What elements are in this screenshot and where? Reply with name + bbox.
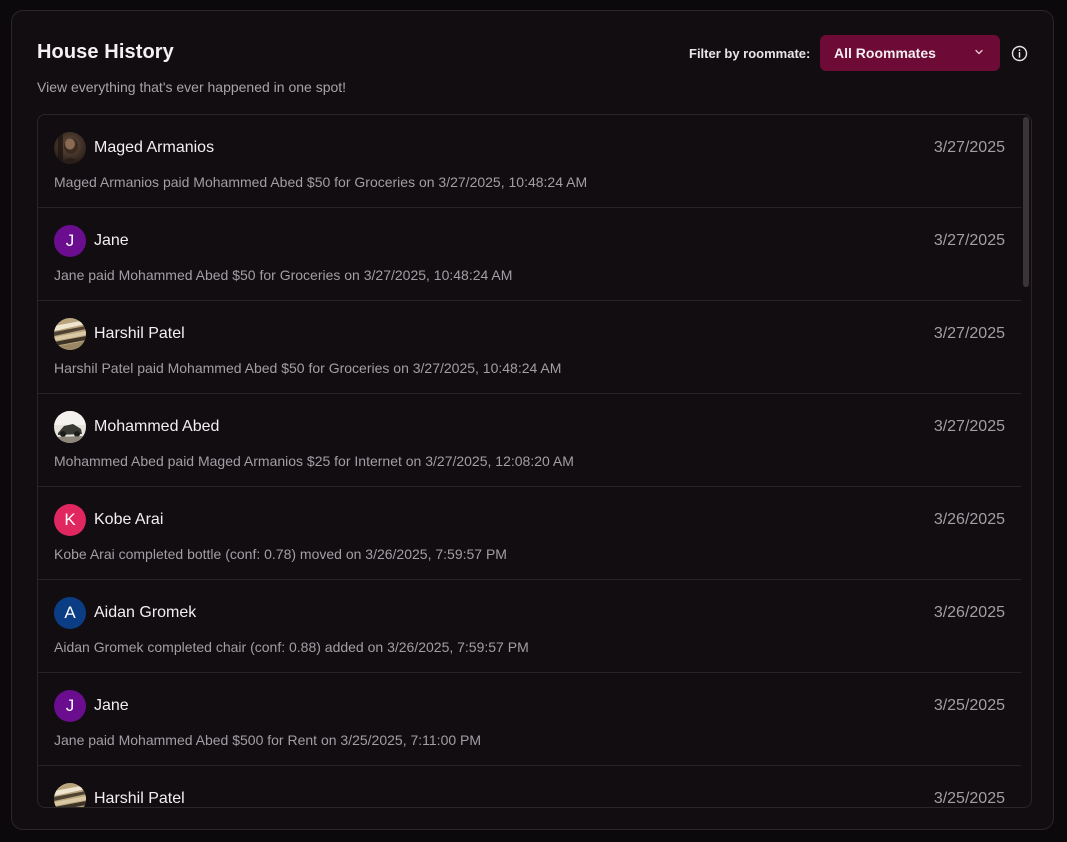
history-item: Maged Armanios 3/27/2025 Maged Armanios pa…	[38, 115, 1021, 208]
roommate-name: Jane	[94, 232, 129, 249]
event-date: 3/27/2025	[933, 325, 1005, 342]
avatar: J	[54, 690, 86, 722]
event-date: 3/27/2025	[933, 418, 1005, 435]
avatar	[54, 318, 86, 350]
vehicle-photo-icon	[54, 411, 86, 443]
roommate-name: Mohammed Abed	[94, 418, 220, 435]
history-item: Harshil Patel 3/27/2025 Harshil Patel paid…	[38, 301, 1021, 394]
event-description: Jane paid Mohammed Abed $500 for Rent on…	[54, 732, 482, 748]
event-description: Kobe Arai completed bottle (conf: 0.78) …	[54, 546, 507, 562]
page-title: House History	[37, 41, 174, 63]
chevron-down-icon	[975, 49, 983, 55]
info-icon[interactable]	[1011, 45, 1028, 62]
history-rows: Maged Armanios 3/27/2025 Maged Armanios pa…	[38, 115, 1021, 807]
avatar: A	[54, 597, 86, 629]
history-item: Harshil Patel 3/25/2025	[38, 766, 1021, 807]
event-description: Aidan Gromek completed chair (conf: 0.88…	[54, 639, 529, 655]
avatar-initial: A	[64, 603, 76, 622]
portrait-photo-icon	[54, 132, 86, 164]
event-date: 3/25/2025	[933, 790, 1005, 807]
avatar-initial: J	[65, 231, 75, 250]
roommate-name: Harshil Patel	[94, 790, 185, 807]
house-history-panel: House History View everything that's eve…	[11, 10, 1054, 830]
page-subtitle: View everything that's ever happened in …	[37, 79, 347, 95]
avatar: K	[54, 504, 86, 536]
event-description: Mohammed Abed paid Maged Armanios $25 fo…	[54, 453, 574, 469]
avatar	[54, 132, 86, 164]
history-item: J Jane 3/27/2025 Jane paid Mohammed Abed $5…	[38, 208, 1021, 301]
scrollbar-thumb[interactable]	[1023, 117, 1029, 287]
landscape-photo-icon	[54, 783, 86, 807]
history-item: A Aidan Gromek 3/26/2025 Aidan Gromek compl…	[38, 580, 1021, 673]
avatar-initial: J	[65, 696, 75, 715]
event-date: 3/25/2025	[933, 697, 1005, 714]
avatar: J	[54, 225, 86, 257]
roommate-name: Kobe Arai	[94, 511, 164, 528]
roommate-name: Harshil Patel	[94, 325, 185, 342]
history-item: Mohammed Abed 3/27/2025 Mohammed Abed paid…	[38, 394, 1021, 487]
avatar	[54, 411, 86, 443]
roommate-filter-value: All Roommates	[834, 45, 936, 61]
landscape-photo-icon	[54, 318, 86, 350]
event-date: 3/27/2025	[933, 139, 1005, 156]
avatar	[54, 783, 86, 807]
roommate-name: Jane	[94, 697, 129, 714]
roommate-name: Aidan Gromek	[94, 604, 197, 621]
event-description: Maged Armanios paid Mohammed Abed $50 fo…	[54, 174, 588, 190]
history-item: K Kobe Arai 3/26/2025 Kobe Arai completed b…	[38, 487, 1021, 580]
history-item: J Jane 3/25/2025 Jane paid Mohammed Abed $5…	[38, 673, 1021, 766]
event-description: Jane paid Mohammed Abed $50 for Grocerie…	[54, 267, 513, 283]
avatar-initial: K	[64, 510, 76, 529]
history-list[interactable]: Maged Armanios 3/27/2025 Maged Armanios pa…	[37, 114, 1032, 808]
event-date: 3/26/2025	[933, 511, 1005, 528]
event-date: 3/26/2025	[933, 604, 1005, 621]
filter-label: Filter by roommate:	[689, 46, 811, 61]
event-description: Harshil Patel paid Mohammed Abed $50 for…	[54, 360, 562, 376]
event-date: 3/27/2025	[933, 232, 1005, 249]
roommate-name: Maged Armanios	[94, 139, 215, 156]
roommate-filter-select[interactable]: All Roommates	[820, 35, 1000, 71]
